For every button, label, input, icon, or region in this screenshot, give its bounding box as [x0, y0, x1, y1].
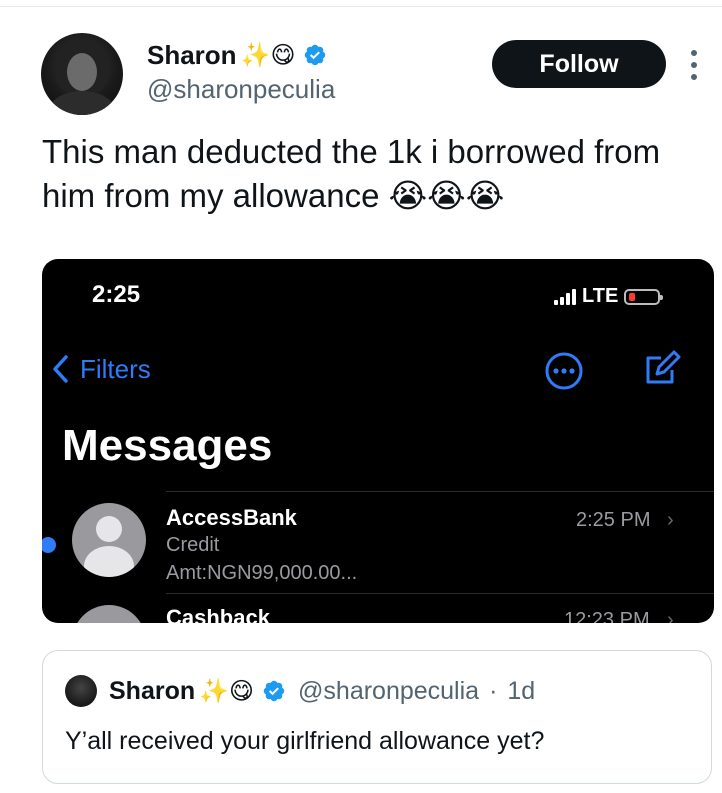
quoted-tweet-age: 1d	[507, 676, 536, 705]
tweet-text: This man deducted the 1k i borrowed from…	[42, 133, 661, 214]
author-avatar[interactable]	[41, 33, 123, 115]
contact-avatar-icon	[72, 503, 146, 577]
verified-badge-icon	[263, 680, 285, 702]
quoted-tweet-text: Y’all received your girlfriend allowance…	[65, 727, 545, 755]
ellipsis-circle-icon	[545, 352, 583, 390]
quoted-author-handle: @sharonpeculia	[298, 676, 480, 705]
unread-dot	[42, 537, 56, 553]
author-name-row[interactable]: Sharon ✨😋	[147, 38, 327, 72]
contact-avatar-icon	[72, 605, 146, 623]
compose-icon	[646, 350, 681, 384]
filters-label: Filters	[80, 353, 151, 384]
more-dots-icon[interactable]	[688, 50, 700, 80]
author-handle[interactable]: @sharonpeculia	[147, 74, 335, 105]
chevron-left-icon	[53, 355, 68, 383]
network-label: LTE	[582, 285, 619, 307]
status-bar-right: LTE	[554, 285, 664, 308]
divider	[166, 491, 714, 492]
message-time: 12:23 PM	[564, 609, 650, 623]
message-preview-line: Amt:NGN99,000.00...	[166, 562, 358, 584]
messages-title: Messages	[62, 421, 273, 470]
tweet-media-screenshot[interactable]: 2:25 LTE Filters Messages AccessBank Cre…	[42, 259, 714, 623]
author-emojis: ✨😋	[240, 41, 296, 69]
filters-back-link: Filters	[48, 353, 151, 385]
status-time: 2:25	[92, 281, 141, 308]
quoted-tweet[interactable]: Sharon ✨😋 @sharonpeculia · 1d Y’all rece…	[42, 650, 712, 784]
signal-bars-icon	[554, 288, 576, 305]
author-name[interactable]: Sharon	[147, 40, 237, 71]
message-sender: Cashback	[166, 605, 270, 623]
message-sender: AccessBank	[166, 505, 297, 530]
chevron-right-icon: ›	[667, 609, 674, 623]
verified-badge-icon	[305, 44, 326, 66]
quoted-author-emojis: ✨😋	[199, 677, 255, 705]
quoted-author-name: Sharon	[109, 676, 196, 705]
message-preview-line: Credit	[166, 534, 220, 556]
chevron-right-icon: ›	[667, 509, 674, 531]
divider	[166, 593, 714, 594]
follow-button[interactable]: Follow	[492, 40, 666, 88]
quoted-author-avatar	[65, 675, 97, 707]
message-time: 2:25 PM	[576, 509, 651, 531]
meta-separator: ·	[489, 676, 498, 705]
top-divider	[0, 6, 722, 7]
battery-icon	[624, 288, 664, 305]
quoted-author-row: Sharon ✨😋 @sharonpeculia · 1d	[109, 673, 535, 709]
